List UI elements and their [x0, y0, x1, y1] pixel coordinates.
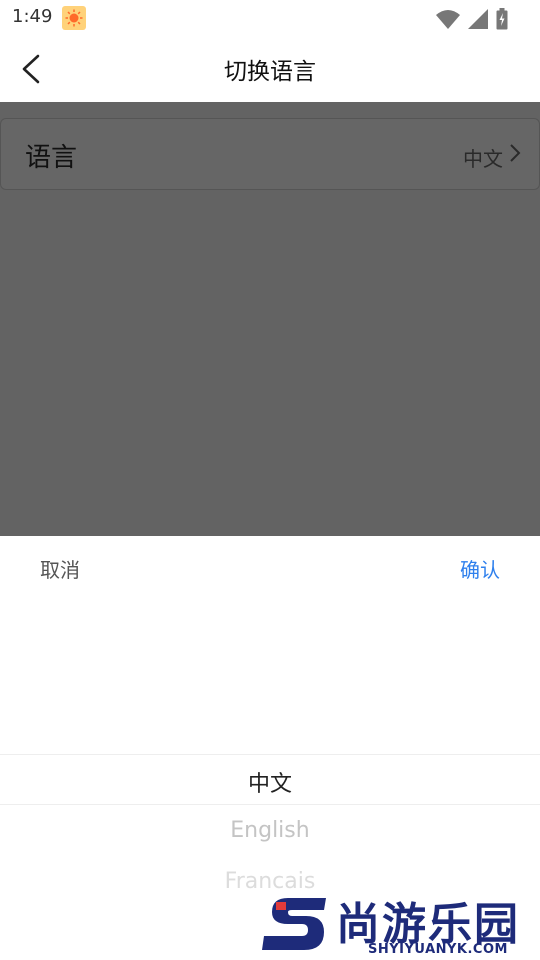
status-bar: 1:49	[0, 0, 540, 36]
status-time: 1:49	[12, 6, 53, 27]
confirm-button[interactable]: 确认	[460, 554, 500, 583]
watermark-logo-icon	[262, 898, 326, 950]
picker-option-chinese[interactable]: 中文	[0, 766, 540, 798]
picker-selection-top-line	[0, 754, 540, 755]
battery-icon	[496, 8, 508, 30]
sun-icon	[62, 6, 86, 30]
chevron-right-icon	[510, 144, 521, 162]
cancel-button[interactable]: 取消	[40, 554, 80, 583]
watermark-domain: SHYIYUANYK.COM	[368, 942, 508, 957]
site-watermark: 尚游乐园 SHYIYUANYK.COM	[260, 888, 540, 960]
signal-icon	[468, 9, 488, 29]
back-arrow-icon[interactable]	[18, 52, 48, 86]
language-setting-row[interactable]: 语言 中文	[0, 118, 540, 190]
language-value: 中文	[463, 147, 503, 171]
picker-selection-bottom-line	[0, 804, 540, 805]
status-icons	[436, 8, 508, 30]
picker-option-english[interactable]: English	[0, 818, 540, 843]
page-title: 切换语言	[224, 59, 316, 85]
wifi-icon	[436, 10, 460, 29]
language-label: 语言	[25, 143, 78, 173]
app-header: 切换语言	[0, 36, 540, 102]
dim-overlay[interactable]: 语言 中文	[0, 102, 540, 536]
